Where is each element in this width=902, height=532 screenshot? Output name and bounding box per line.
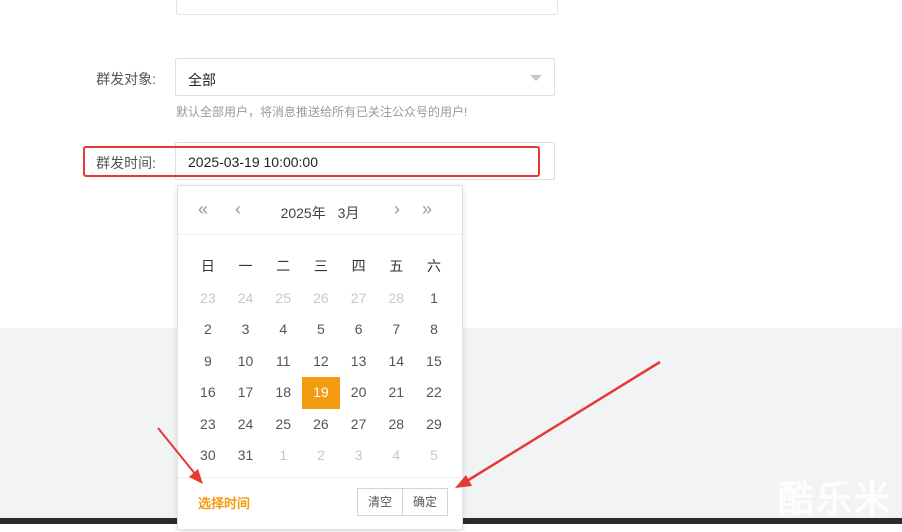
calendar-day[interactable]: 5 [415, 440, 453, 472]
calendar-day[interactable]: 28 [377, 283, 415, 315]
previous-field-box [176, 0, 558, 15]
calendar-day[interactable]: 31 [227, 440, 265, 472]
weekday-header: 四 [351, 258, 366, 274]
year-month-label: 2025年 3月 [178, 203, 462, 223]
calendar-day[interactable]: 16 [189, 377, 227, 409]
weekday-header: 五 [389, 258, 404, 274]
calendar-day[interactable]: 2 [189, 314, 227, 346]
calendar-day[interactable]: 25 [264, 283, 302, 315]
calendar-day[interactable]: 21 [377, 377, 415, 409]
calendar-day[interactable]: 9 [189, 346, 227, 378]
weekday-header: 日 [200, 258, 215, 274]
calendar-day[interactable]: 27 [340, 283, 378, 315]
calendar-day[interactable]: 23 [189, 283, 227, 315]
calendar-day[interactable]: 6 [340, 314, 378, 346]
next-month-icon[interactable]: › [394, 200, 400, 218]
calendar-day[interactable]: 12 [302, 346, 340, 378]
year-label[interactable]: 2025年 [281, 205, 326, 221]
week-row: 23 24 25 26 27 28 29 [189, 409, 453, 441]
calendar-day[interactable]: 13 [340, 346, 378, 378]
weekday-header: 六 [426, 258, 441, 274]
calendar-day[interactable]: 4 [377, 440, 415, 472]
week-row: 9 10 11 12 13 14 15 [189, 346, 453, 378]
footer-buttons: 清空 确定 [357, 488, 449, 516]
weekday-header: 二 [276, 258, 291, 274]
clear-button[interactable]: 清空 [357, 488, 404, 516]
weekday-header: 一 [238, 258, 253, 274]
confirm-button[interactable]: 确定 [403, 488, 449, 516]
calendar-day[interactable]: 8 [415, 314, 453, 346]
calendar-day[interactable]: 3 [340, 440, 378, 472]
calendar-day[interactable]: 30 [189, 440, 227, 472]
week-row: 2345678 [189, 314, 453, 346]
calendar-day[interactable]: 2 [302, 440, 340, 472]
weekday-header: 三 [313, 258, 328, 274]
calendar-day[interactable]: 3 [227, 314, 265, 346]
date-picker: « ‹ 2025年 3月 › » 日一二三四五六 23 24 25 26 27 28 1 2 3 4… [177, 185, 463, 530]
calendar-day[interactable]: 29 [415, 409, 453, 441]
calendar-day[interactable]: 1 [415, 283, 453, 315]
target-select[interactable]: 全部 [175, 58, 555, 96]
calendar-day[interactable]: 25 [264, 409, 302, 441]
calendar-day[interactable]: 15 [415, 346, 453, 378]
target-hint: 默认全部用户，将消息推送给所有已关注公众号的用户! [176, 105, 468, 119]
calendar-day[interactable]: 14 [377, 346, 415, 378]
calendar-day[interactable]: 24 [227, 409, 265, 441]
highlight-box [83, 146, 540, 177]
calendar-day[interactable]: 10 [227, 346, 265, 378]
calendar-day[interactable]: 1 [264, 440, 302, 472]
calendar-day[interactable]: 4 [264, 314, 302, 346]
week-row: 16 17 18 19 20 21 22 [189, 377, 453, 409]
target-select-value: 全部 [188, 72, 216, 88]
calendar-day-selected[interactable]: 19 [302, 377, 340, 409]
select-time-button[interactable]: 选择时间 [198, 493, 250, 512]
week-row: 30 31 1 2 3 4 5 [189, 440, 453, 472]
calendar-grid: 日一二三四五六 23 24 25 26 27 28 1 2 3 4 5 6 7 8 9 10 11 12 13 14 15… [189, 251, 453, 472]
calendar-day[interactable]: 26 [302, 283, 340, 315]
chevron-down-icon[interactable] [530, 75, 542, 81]
week-row: 23 24 25 26 27 28 1 [189, 283, 453, 315]
calendar-day[interactable]: 18 [264, 377, 302, 409]
calendar-day[interactable]: 24 [227, 283, 265, 315]
target-label: 群发对象: [96, 71, 156, 87]
calendar-day[interactable]: 17 [227, 377, 265, 409]
date-picker-header: « ‹ 2025年 3月 › » [178, 186, 462, 235]
calendar-day[interactable]: 28 [377, 409, 415, 441]
calendar-day[interactable]: 20 [340, 377, 378, 409]
calendar-day[interactable]: 23 [189, 409, 227, 441]
calendar-day[interactable]: 27 [340, 409, 378, 441]
watermark: 酷乐米 [777, 478, 892, 519]
calendar-day[interactable]: 11 [264, 346, 302, 378]
weekday-row: 日一二三四五六 [189, 251, 453, 283]
calendar-day[interactable]: 22 [415, 377, 453, 409]
next-year-icon[interactable]: » [422, 200, 432, 218]
calendar-day[interactable]: 5 [302, 314, 340, 346]
calendar-day[interactable]: 7 [377, 314, 415, 346]
calendar-day[interactable]: 26 [302, 409, 340, 441]
month-label[interactable]: 3月 [338, 205, 360, 221]
